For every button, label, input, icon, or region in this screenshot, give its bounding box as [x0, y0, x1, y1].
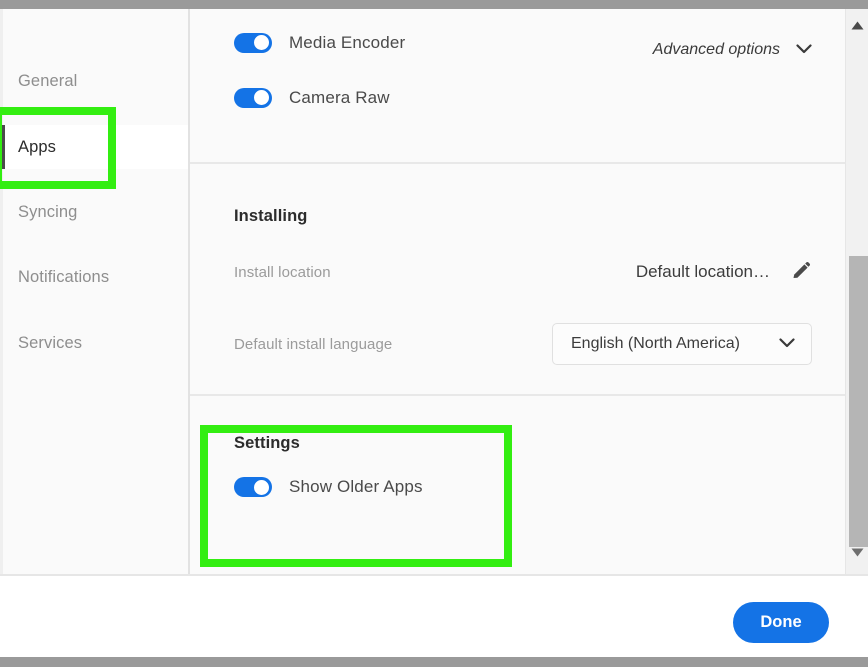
default-install-language-select[interactable]: English (North America)	[552, 323, 812, 365]
sidebar-item-general[interactable]: General	[0, 59, 188, 103]
toggle-label-media-encoder: Media Encoder	[289, 32, 406, 52]
chevron-down-icon	[779, 335, 795, 353]
window-chrome-bottom	[0, 657, 868, 667]
toggle-media-encoder[interactable]	[234, 32, 272, 53]
active-item-marker	[0, 125, 5, 169]
sidebar-item-label: General	[18, 71, 78, 90]
sidebar-item-apps[interactable]: Apps	[0, 125, 188, 169]
toggle-knob	[254, 90, 269, 105]
toggle-camera-raw[interactable]	[234, 87, 272, 108]
done-button[interactable]: Done	[733, 602, 829, 643]
toggle-knob	[254, 479, 269, 495]
settings-main-panel: Advanced options Media Encoder Camera Ra…	[190, 9, 868, 574]
dialog-content-area: General Apps Syncing Notifications Servi…	[0, 9, 868, 574]
sidebar-item-syncing[interactable]: Syncing	[0, 190, 188, 234]
dialog-footer: Done	[0, 574, 868, 657]
toggle-label-camera-raw: Camera Raw	[289, 87, 390, 107]
preferences-dialog: General Apps Syncing Notifications Servi…	[0, 9, 868, 657]
default-install-language-value: English (North America)	[571, 335, 740, 352]
toggle-label-show-older-apps: Show Older Apps	[289, 477, 423, 496]
install-location-row: Install location Default location…	[234, 258, 812, 286]
installing-section: Installing Install location Default loca…	[190, 162, 868, 394]
default-install-language-label: Default install language	[234, 335, 393, 353]
apps-toggles-section: Advanced options Media Encoder Camera Ra…	[190, 9, 868, 162]
install-location-value: Default location…	[635, 262, 770, 281]
installing-section-title: Installing	[234, 207, 308, 225]
sidebar-item-notifications[interactable]: Notifications	[0, 255, 188, 299]
settings-section: Settings Show Older Apps	[190, 394, 868, 572]
toggle-row-media-encoder: Media Encoder	[234, 15, 812, 70]
sidebar-nav: General Apps Syncing Notifications Servi…	[0, 9, 190, 574]
toggle-row-camera-raw: Camera Raw	[234, 70, 812, 125]
caret-up-icon[interactable]	[846, 15, 868, 35]
window-chrome-top	[0, 0, 868, 9]
sidebar-item-label: Syncing	[18, 202, 78, 221]
toggle-row-show-older-apps: Show Older Apps	[234, 463, 812, 511]
caret-down-icon[interactable]	[846, 542, 868, 562]
toggle-knob	[254, 35, 269, 50]
sidebar-item-label: Notifications	[18, 267, 110, 286]
application-window: General Apps Syncing Notifications Servi…	[0, 0, 868, 667]
toggle-show-older-apps[interactable]	[234, 477, 272, 497]
pencil-icon[interactable]	[790, 261, 812, 283]
sidebar-item-services[interactable]: Services	[0, 321, 188, 365]
default-install-language-row: Default install language English (North …	[234, 323, 812, 365]
install-location-value-group: Default location…	[636, 261, 812, 283]
vertical-scrollbar[interactable]	[845, 9, 868, 574]
install-location-label: Install location	[234, 263, 331, 281]
sidebar-item-label: Apps	[18, 137, 57, 156]
settings-section-title: Settings	[234, 434, 300, 452]
sidebar-item-label: Services	[18, 333, 83, 352]
scrollbar-thumb[interactable]	[849, 256, 868, 547]
